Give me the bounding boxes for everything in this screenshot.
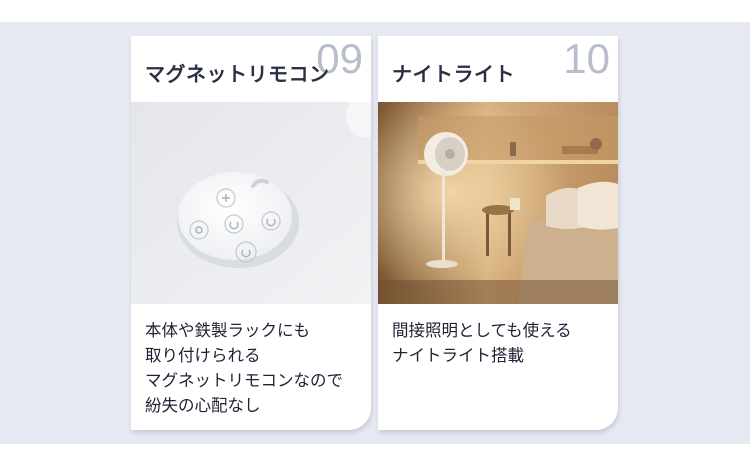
feature-card-night-light: 10 ナイトライト 間接照明としても使える ナイトライト搭載 xyxy=(378,36,618,430)
card-description: 本体や鉄製ラックにも 取り付けられる マグネットリモコンなので 紛失の心配なし xyxy=(145,318,365,418)
card-title: ナイトライト xyxy=(392,62,515,86)
card-title: マグネットリモコン xyxy=(145,62,330,86)
description-line: 本体や鉄製ラックにも xyxy=(145,321,310,340)
description-line: マグネットリモコンなので xyxy=(145,371,343,390)
description-line: 間接照明としても使える xyxy=(392,321,572,340)
feature-card-remote: 09 マグネットリモコン 本体や鉄製ラックにも 取り付けられる マグネットリモコ… xyxy=(131,36,371,430)
description-line: 取り付けられる xyxy=(145,346,261,365)
description-line: 紛失の心配なし xyxy=(145,396,261,415)
card-number: 10 xyxy=(563,36,610,82)
card-header: 09 マグネットリモコン xyxy=(131,36,371,102)
magnetic-remote-photo xyxy=(131,102,371,304)
description-line: ナイトライト搭載 xyxy=(392,346,524,365)
card-description: 間接照明としても使える ナイトライト搭載 xyxy=(392,318,612,368)
background-band xyxy=(0,22,750,444)
card-header: 10 ナイトライト xyxy=(378,36,618,102)
night-light-bedroom-photo xyxy=(378,102,618,304)
